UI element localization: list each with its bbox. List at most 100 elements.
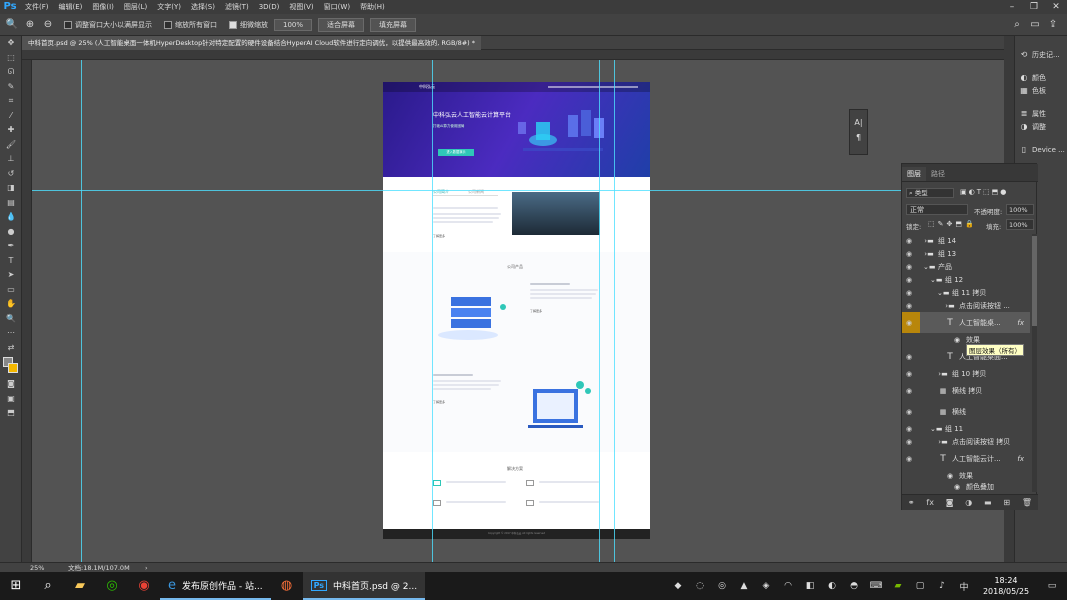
tray-app-icon[interactable]: ◎ <box>711 581 733 591</box>
chrome-icon[interactable]: ◉ <box>128 572 160 600</box>
paragraph-icon[interactable]: ¶ <box>850 133 867 142</box>
visibility-eye-icon[interactable]: ◉ <box>902 289 916 297</box>
guide-horizontal[interactable] <box>32 190 1004 191</box>
menu-3d[interactable]: 3D(D) <box>254 0 285 14</box>
layer-row[interactable]: ◉ T 人工智能桌... fx <box>902 312 1030 333</box>
wechat-icon[interactable]: ◎ <box>96 572 128 600</box>
layer-row[interactable]: ◉ 效果 <box>902 469 1030 482</box>
gradient-tool-icon[interactable]: ▤ <box>0 196 22 211</box>
layers-scrollbar[interactable] <box>1032 234 1037 492</box>
restore-icon[interactable]: ❐ <box>1023 0 1045 14</box>
visibility-eye-icon[interactable]: ◉ <box>902 250 916 258</box>
link-icon[interactable]: ⚭ <box>908 498 915 507</box>
menu-type[interactable]: 文字(Y) <box>152 0 186 14</box>
fx-icon[interactable]: fx <box>926 498 934 507</box>
tray-app-icon[interactable]: ⌨ <box>865 581 887 591</box>
visibility-eye-icon[interactable]: ◉ <box>902 438 916 446</box>
ime-indicator[interactable]: 中 <box>953 580 975 593</box>
tray-app-icon[interactable]: ▲ <box>733 581 755 591</box>
fit-screen-button[interactable]: 适合屏幕 <box>318 17 365 32</box>
lock-icons[interactable]: ⬚✎✥⬒🔒 <box>928 220 977 228</box>
layer-row[interactable]: ◉ T 人工智能云计... fx <box>902 448 1030 469</box>
type-tool-icon[interactable]: T <box>0 254 22 269</box>
brush-tool-icon[interactable]: 🖌 <box>0 138 22 153</box>
dock-swatches[interactable]: ▦ 色板 <box>1015 84 1067 97</box>
zoom-tool-icon[interactable]: 🔍 <box>0 312 22 327</box>
new-layer-icon[interactable]: ⊞ <box>1003 498 1010 507</box>
quick-select-tool-icon[interactable]: ✎ <box>0 80 22 95</box>
guide-vertical[interactable] <box>81 60 82 562</box>
more-tools-icon[interactable]: ⋯ <box>0 326 22 341</box>
visibility-eye-icon[interactable]: ◉ <box>902 302 916 310</box>
visibility-eye-icon[interactable]: ◉ <box>902 387 916 395</box>
zoom-out-icon[interactable]: ⊖ <box>40 17 56 33</box>
character-icon[interactable]: A| <box>850 118 867 127</box>
workspace-icon[interactable]: ▭ <box>1027 17 1043 33</box>
taskbar-app-photoshop[interactable]: Ps 中科首页.psd @ 2... <box>302 572 426 600</box>
search-icon[interactable]: ⌕ <box>32 572 64 600</box>
fx-badge-icon[interactable]: fx <box>1017 319 1024 327</box>
zoom-tool-icon[interactable]: 🔍 <box>4 17 20 33</box>
guide-vertical[interactable] <box>599 60 600 562</box>
share-icon[interactable]: ⇪ <box>1045 17 1061 33</box>
opacity-input[interactable]: 100% <box>1006 204 1034 215</box>
adjustment-icon[interactable]: ◑ <box>965 498 972 507</box>
trash-icon[interactable]: 🗑 <box>1022 498 1032 507</box>
nvidia-icon[interactable]: ▰ <box>887 581 909 591</box>
layer-row[interactable]: ◉ ›▬ 组 14 <box>902 234 1030 247</box>
tray-app-icon[interactable]: ◐ <box>821 581 843 591</box>
menu-view[interactable]: 视图(V) <box>284 0 318 14</box>
swap-colors-icon[interactable]: ⇄ <box>0 341 22 356</box>
menu-filter[interactable]: 滤镜(T) <box>220 0 254 14</box>
crop-tool-icon[interactable]: ⌗ <box>0 94 22 109</box>
path-select-tool-icon[interactable]: ➤ <box>0 268 22 283</box>
vertical-ruler[interactable] <box>22 60 32 562</box>
guide-vertical[interactable] <box>614 60 615 562</box>
hand-tool-icon[interactable]: ✋ <box>0 297 22 312</box>
resize-windows-checkbox[interactable] <box>64 20 72 29</box>
fx-badge-icon[interactable]: fx <box>1017 455 1024 463</box>
layer-row[interactable]: ◉ ›▬ 点击阅读按钮 拷贝 <box>902 435 1030 448</box>
windows-start-icon[interactable]: ⊞ <box>0 572 32 600</box>
notification-icon[interactable]: ▭ <box>1037 581 1067 591</box>
scrubby-zoom-checkbox[interactable] <box>229 20 237 29</box>
group-icon[interactable]: ▬ <box>984 498 992 507</box>
layer-row[interactable]: ◉ ⌄▬ 组 11 拷贝 <box>902 286 1030 299</box>
layer-filter-select[interactable]: ⌕ 类型 <box>906 188 954 198</box>
file-explorer-icon[interactable]: ▰ <box>64 572 96 600</box>
dodge-tool-icon[interactable]: ● <box>0 225 22 240</box>
dock-device-preview[interactable]: ▯ Device ... <box>1015 143 1067 156</box>
tray-app-icon[interactable]: ◌ <box>689 581 711 591</box>
zoom-all-checkbox[interactable] <box>164 20 172 29</box>
move-tool-icon[interactable]: ✥ <box>0 36 22 51</box>
blur-tool-icon[interactable]: 💧 <box>0 210 22 225</box>
visibility-eye-icon[interactable]: ◉ <box>902 353 916 361</box>
layer-row[interactable]: ◉ 颜色叠加 <box>902 482 1030 492</box>
tray-app-icon[interactable]: ▢ <box>909 581 931 591</box>
layer-row[interactable]: ◉ ▦ 横线 拷贝 <box>902 380 1030 401</box>
healing-tool-icon[interactable]: ✚ <box>0 123 22 138</box>
visibility-eye-icon[interactable]: ◉ <box>902 237 916 245</box>
dock-history[interactable]: ⟲ 历史记... <box>1015 48 1067 61</box>
visibility-eye-icon[interactable]: ◉ <box>902 276 916 284</box>
artboard-icon[interactable]: ⬒ <box>0 406 22 421</box>
menu-file[interactable]: 文件(F) <box>20 0 54 14</box>
layer-row[interactable]: ◉ ›▬ 组 13 <box>902 247 1030 260</box>
menu-image[interactable]: 图像(I) <box>87 0 119 14</box>
mask-icon[interactable]: ◙ <box>946 498 954 507</box>
menu-window[interactable]: 窗口(W) <box>319 0 355 14</box>
eyedropper-tool-icon[interactable]: ⁄ <box>0 109 22 124</box>
layer-row[interactable]: ◉ ⌄▬ 组 11 <box>902 422 1030 435</box>
volume-icon[interactable]: ♪ <box>931 581 953 591</box>
menu-edit[interactable]: 编辑(E) <box>54 0 88 14</box>
document-artboard[interactable]: 中科弘云 中科弘云人工智能云计算平台 打破AI算力使用困局 进入数据演示 公司简… <box>383 82 650 539</box>
zoom-in-icon[interactable]: ⊕ <box>22 17 38 33</box>
menu-help[interactable]: 帮助(H) <box>355 0 390 14</box>
history-brush-icon[interactable]: ↺ <box>0 167 22 182</box>
zoom-100-button[interactable]: 100% <box>274 18 313 31</box>
tray-app-icon[interactable]: ◓ <box>843 581 865 591</box>
horizontal-ruler[interactable] <box>22 50 1004 60</box>
color-swatches[interactable] <box>0 355 22 377</box>
layer-row[interactable]: ◉ ›▬ 组 10 拷贝 <box>902 367 1030 380</box>
layer-row[interactable]: ◉ ›▬ 点击阅读按钮 ... <box>902 299 1030 312</box>
